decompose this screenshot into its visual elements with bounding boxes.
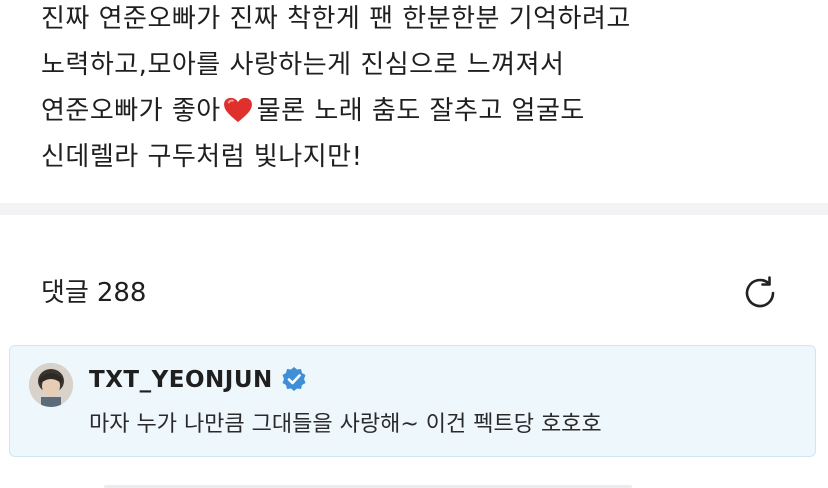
- verified-badge-icon: [282, 367, 306, 391]
- refresh-icon[interactable]: [740, 273, 780, 313]
- post-line-3a: 연준오빠가 좋아: [41, 96, 221, 126]
- post-line-3: 연준오빠가 좋아 물론 노래 춤도 잘추고 얼굴도: [41, 88, 801, 134]
- heart-icon: [223, 97, 252, 123]
- avatar[interactable]: [29, 363, 73, 407]
- post-line-1: 진짜 연준오빠가 진짜 착한게 팬 한분한분 기억하려고: [41, 4, 631, 34]
- comments-header: 댓글 288: [41, 270, 146, 316]
- post-line-4: 신데렐라 구두처럼 빛나지만!: [41, 142, 363, 172]
- comments-label: 댓글: [41, 278, 89, 308]
- comment-text: 마자 누가 나만큼 그대들을 사랑해~ 이건 펙트당 호호호: [89, 412, 602, 437]
- avatar-image: [29, 363, 73, 407]
- comment-author[interactable]: TXT_YEONJUN: [89, 363, 307, 397]
- pinned-comment[interactable]: TXT_YEONJUN 마자 누가 나만큼 그대들을 사랑해~ 이건 펙트당 호…: [9, 345, 816, 457]
- section-divider: [0, 203, 828, 215]
- post-line-3b: 물론 노래 춤도 잘추고 얼굴도: [256, 96, 585, 126]
- post-body: 진짜 연준오빠가 진짜 착한게 팬 한분한분 기억하려고 노력하고,모아를 사랑…: [41, 0, 801, 180]
- author-name[interactable]: TXT_YEONJUN: [89, 367, 273, 393]
- comments-count: 288: [96, 278, 147, 308]
- post-line-2: 노력하고,모아를 사랑하는게 진심으로 느껴져서: [41, 50, 565, 80]
